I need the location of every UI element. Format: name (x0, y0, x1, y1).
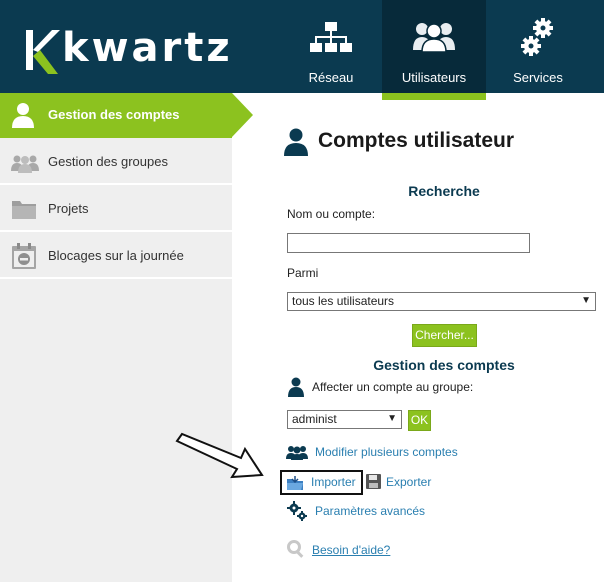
nav-reseau-label: Réseau (308, 70, 354, 85)
group-select[interactable]: administ ▼ (287, 410, 402, 429)
floppy-disk-icon (366, 474, 381, 489)
logo-text: kwartz (62, 25, 233, 71)
name-label: Nom ou compte: (287, 207, 376, 221)
users-icon (413, 23, 455, 52)
sidebar-item-label: Blocages sur la journée (48, 248, 184, 263)
user-title-icon (284, 128, 308, 156)
assign-group-label: Affecter un compte au groupe: (312, 380, 474, 394)
advanced-settings-link[interactable]: Paramètres avancés (315, 504, 425, 518)
sidebar-item-gestion-comptes[interactable]: Gestion des comptes (0, 93, 253, 138)
calendar-block-icon (12, 243, 36, 269)
help-link[interactable]: Besoin d'aide? (312, 543, 390, 557)
accounts-heading: Gestion des comptes (373, 357, 515, 373)
sidebar-item-label: Gestion des comptes (48, 107, 180, 122)
group-select-value: administ (292, 412, 337, 426)
multiple-users-icon (286, 446, 308, 460)
user-icon (12, 103, 34, 128)
user-icon (288, 377, 304, 397)
kwartz-logo[interactable]: kwartz (24, 26, 230, 76)
modify-multiple-accounts-link[interactable]: Modifier plusieurs comptes (315, 445, 458, 459)
sidebar-item-label: Projets (48, 201, 89, 216)
nav-reseau[interactable]: Réseau (279, 0, 383, 93)
page-title: Comptes utilisateur (318, 129, 515, 152)
import-icon (287, 476, 303, 490)
ok-button[interactable]: OK (408, 410, 431, 431)
folder-icon (12, 201, 36, 219)
sidebar: Gestion des comptes Gestion des groupes … (0, 93, 253, 582)
top-header: kwartz Réseau Utilisateurs Services (0, 0, 604, 100)
sidebar-item-gestion-groupes[interactable]: Gestion des groupes (0, 140, 232, 185)
network-icon (310, 22, 352, 52)
import-link[interactable]: Importer (311, 475, 356, 489)
logo-k-mark-icon (26, 30, 60, 74)
gears-icon (521, 18, 553, 56)
among-label: Parmi (287, 266, 319, 280)
settings-gears-icon (287, 501, 307, 521)
search-heading: Recherche (408, 183, 480, 199)
export-link[interactable]: Exporter (386, 475, 431, 489)
nav-utilisateurs[interactable]: Utilisateurs (382, 0, 486, 100)
nav-services-label: Services (513, 70, 563, 85)
name-input[interactable] (287, 233, 530, 253)
among-select-value: tous les utilisateurs (292, 294, 395, 308)
nav-utilisateurs-label: Utilisateurs (401, 70, 467, 85)
chevron-down-icon: ▼ (581, 295, 591, 306)
search-button[interactable]: Chercher... (412, 324, 477, 347)
annotation-arrow-icon (175, 432, 264, 479)
chevron-down-icon: ▼ (387, 413, 397, 424)
sidebar-item-blocages[interactable]: Blocages sur la journée (0, 234, 232, 279)
groups-icon (11, 155, 39, 173)
nav-services[interactable]: Services (486, 0, 590, 93)
sidebar-item-label: Gestion des groupes (48, 154, 168, 169)
among-select[interactable]: tous les utilisateurs ▼ (287, 292, 596, 311)
search-help-icon (287, 540, 304, 558)
sidebar-item-projets[interactable]: Projets (0, 187, 232, 232)
